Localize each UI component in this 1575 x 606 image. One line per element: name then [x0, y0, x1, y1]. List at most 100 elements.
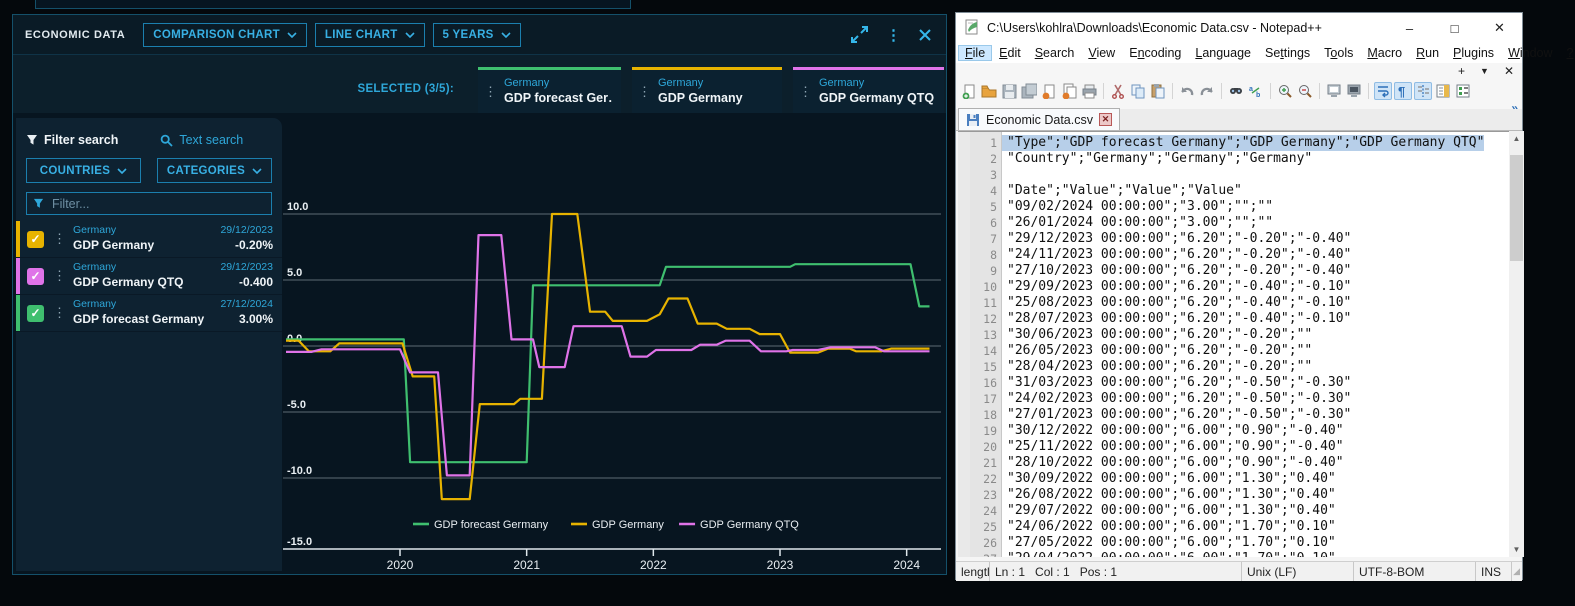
series-list-item[interactable]: ✓⋮GermanyGDP Germany QTQ29/12/2023-0.400 — [16, 258, 282, 295]
countries-dropdown[interactable]: COUNTRIES — [26, 158, 141, 183]
replace-icon[interactable]: ab — [1247, 82, 1265, 100]
close-icon[interactable] — [918, 28, 932, 42]
vertical-scrollbar[interactable]: ▲ ▼ — [1509, 131, 1524, 557]
line-text: "24/02/2023 00:00:00";"6.20";"-0.50";"-0… — [1002, 391, 1351, 407]
kebab-icon[interactable]: ⋮ — [799, 84, 812, 100]
series-list-item[interactable]: ✓⋮GermanyGDP forecast Germany27/12/20243… — [16, 295, 282, 332]
new-file-icon[interactable] — [960, 82, 978, 100]
cut-icon[interactable] — [1109, 82, 1127, 100]
selected-series-card[interactable]: ⋮GermanyGDP Germany QTQ — [793, 67, 944, 113]
close-file-icon[interactable] — [1040, 82, 1058, 100]
kebab-icon[interactable]: ⋮ — [886, 26, 901, 44]
close-tab-icon[interactable]: ✕ — [1504, 64, 1514, 78]
series-checkbox[interactable]: ✓ — [27, 231, 44, 248]
chart-type-dropdown[interactable]: COMPARISON CHART — [143, 23, 307, 47]
chevron-down-icon — [501, 32, 511, 38]
series-value: -0.400 — [220, 275, 273, 291]
line-text: "25/08/2023 00:00:00";"6.20";"-0.40";"-0… — [1002, 295, 1351, 311]
add-tab-icon[interactable]: + — [1458, 64, 1465, 78]
line-text: "24/11/2023 00:00:00";"6.20";"-0.20";"-0… — [1002, 247, 1351, 263]
menu-macro[interactable]: Macro — [1360, 45, 1409, 61]
scroll-up-icon[interactable]: ▲ — [1509, 131, 1524, 146]
redo-icon[interactable] — [1198, 82, 1216, 100]
close-button[interactable]: ✕ — [1477, 13, 1522, 43]
menu-[interactable]: ? — [1560, 45, 1575, 61]
y-tick-label: -10.0 — [287, 465, 312, 477]
time-range-dropdown[interactable]: 5 YEARS — [433, 23, 521, 47]
menu-language[interactable]: Language — [1188, 45, 1258, 61]
menu-encoding[interactable]: Encoding — [1122, 45, 1188, 61]
zoom-in-icon[interactable] — [1276, 82, 1294, 100]
paste-icon[interactable] — [1149, 82, 1167, 100]
minimize-button[interactable]: – — [1387, 13, 1432, 43]
copy-icon[interactable] — [1129, 82, 1147, 100]
menu-edit[interactable]: Edit — [992, 45, 1028, 61]
tab-filter-search[interactable]: Filter search — [26, 133, 118, 147]
line-text: "27/01/2023 00:00:00";"6.20";"-0.50";"-0… — [1002, 407, 1351, 423]
csv-line: 16"31/03/2023 00:00:00";"6.20";"-0.50";"… — [958, 375, 1509, 391]
card-series-name: GDP Germany — [658, 91, 743, 107]
sync-horizontal-icon[interactable] — [1345, 82, 1363, 100]
filter-input[interactable] — [50, 196, 265, 212]
close-all-icon[interactable] — [1060, 82, 1078, 100]
maximize-button[interactable]: □ — [1432, 13, 1477, 43]
menu-view[interactable]: View — [1081, 45, 1122, 61]
kebab-icon[interactable]: ⋮ — [53, 231, 66, 247]
line-number: 1 — [970, 135, 1002, 151]
menu-file[interactable]: File — [958, 45, 992, 61]
tab-economic-data-csv[interactable]: Economic Data.csv ✕ — [958, 108, 1120, 130]
find-icon[interactable] — [1227, 82, 1245, 100]
resize-grip[interactable]: ◢ — [1513, 566, 1522, 577]
menu-tools[interactable]: Tools — [1317, 45, 1360, 61]
series-line — [286, 235, 930, 475]
line-text: "27/10/2023 00:00:00";"6.20";"-0.20";"-0… — [1002, 263, 1351, 279]
save-icon[interactable] — [1000, 82, 1018, 100]
menu-search[interactable]: Search — [1028, 45, 1082, 61]
doc-map-icon[interactable] — [1434, 82, 1452, 100]
line-number: 10 — [970, 279, 1002, 295]
function-list-icon[interactable] — [1454, 82, 1472, 100]
selected-series-card[interactable]: ⋮GermanyGDP Germany — [632, 67, 782, 113]
sidebar: Filter search Text search COUNTRIES CATE… — [16, 118, 282, 571]
kebab-icon[interactable]: ⋮ — [484, 84, 497, 100]
word-wrap-icon[interactable] — [1374, 82, 1392, 100]
tab-close-icon[interactable]: ✕ — [1099, 113, 1112, 126]
scrollbar-thumb[interactable] — [1510, 155, 1523, 261]
series-checkbox[interactable]: ✓ — [27, 268, 44, 285]
expand-icon[interactable] — [850, 25, 869, 44]
editor[interactable]: 1"Type";"GDP forecast Germany";"GDP Germ… — [958, 131, 1509, 557]
series-checkbox[interactable]: ✓ — [27, 305, 44, 322]
series-list-item[interactable]: ✓⋮GermanyGDP Germany29/12/2023-0.20% — [16, 221, 282, 258]
show-all-chars-icon[interactable]: ¶ — [1394, 82, 1412, 100]
menu-plugins[interactable]: Plugins — [1446, 45, 1501, 61]
kebab-icon[interactable]: ⋮ — [638, 84, 651, 100]
csv-line: 2"Country";"Germany";"Germany";"Germany" — [958, 151, 1509, 167]
titlebar[interactable]: C:\Users\kohlra\Downloads\Economic Data.… — [956, 13, 1522, 43]
line-number: 3 — [970, 167, 1002, 183]
indent-guide-icon[interactable] — [1414, 82, 1432, 100]
kebab-icon[interactable]: ⋮ — [53, 305, 66, 321]
line-text: "26/05/2023 00:00:00";"6.20";"-0.20";"" — [1002, 343, 1312, 359]
scroll-down-icon[interactable]: ▼ — [1509, 542, 1524, 557]
chart-style-dropdown[interactable]: LINE CHART — [315, 23, 425, 47]
tab-text-search[interactable]: Text search — [160, 133, 243, 147]
zoom-out-icon[interactable] — [1296, 82, 1314, 100]
menu-window[interactable]: Window — [1501, 45, 1559, 61]
save-all-icon[interactable] — [1020, 82, 1038, 100]
menu-run[interactable]: Run — [1409, 45, 1446, 61]
y-tick-label: 10.0 — [287, 201, 308, 213]
menu-bar: FileEditSearchViewEncodingLanguageSettin… — [956, 43, 1522, 63]
sync-vertical-icon[interactable] — [1325, 82, 1343, 100]
open-folder-icon[interactable] — [980, 82, 998, 100]
toolbar: + ▼ ✕ ab¶ » — [956, 63, 1522, 109]
kebab-icon[interactable]: ⋮ — [53, 268, 66, 284]
line-number: 15 — [970, 359, 1002, 375]
undo-icon[interactable] — [1178, 82, 1196, 100]
y-tick-label: -5.0 — [287, 399, 306, 411]
menu-settings[interactable]: Settings — [1258, 45, 1317, 61]
selected-series-card[interactable]: ⋮GermanyGDP forecast Ger… — [478, 67, 621, 113]
tab-list-icon[interactable]: ▼ — [1480, 66, 1489, 76]
print-icon[interactable] — [1080, 82, 1098, 100]
toolbar-separator — [1319, 83, 1320, 99]
categories-dropdown[interactable]: CATEGORIES — [157, 158, 272, 183]
